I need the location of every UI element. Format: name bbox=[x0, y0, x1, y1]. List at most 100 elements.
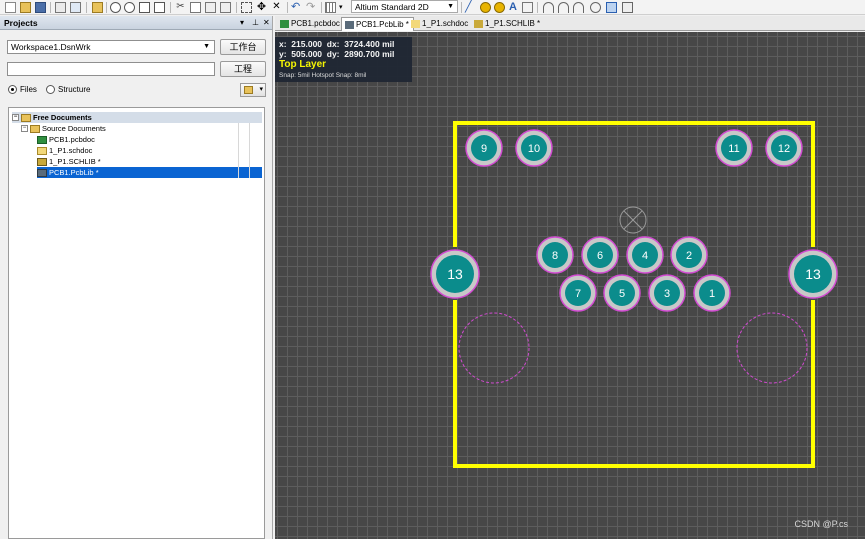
place-line-icon[interactable]: ╱ bbox=[465, 2, 476, 13]
pad-2[interactable]: 2 bbox=[670, 236, 708, 274]
deselect-icon[interactable]: ✕ bbox=[271, 2, 282, 13]
workspace-value: Workspace1.DsnWrk bbox=[11, 42, 91, 52]
folder-icon bbox=[21, 113, 31, 122]
collapse-icon[interactable]: − bbox=[21, 125, 28, 132]
close-icon[interactable]: ✕ bbox=[263, 16, 270, 30]
workspace-select[interactable]: Workspace1.DsnWrk ▼ bbox=[7, 40, 215, 54]
paste-icon[interactable] bbox=[205, 2, 216, 13]
view-mode-value: Altium Standard 2D bbox=[355, 2, 429, 12]
pcblib-icon bbox=[345, 21, 354, 29]
redo-icon[interactable]: ↷ bbox=[306, 2, 317, 13]
project-button[interactable]: 工程 bbox=[220, 61, 266, 77]
open-folder-icon[interactable] bbox=[20, 2, 31, 13]
zoom-fit-icon[interactable] bbox=[110, 2, 121, 13]
hud-dx-value: 3724.400 mil bbox=[344, 39, 395, 49]
pad-12[interactable]: 12 bbox=[765, 129, 803, 167]
pad-9[interactable]: 9 bbox=[465, 129, 503, 167]
origin-marker bbox=[619, 206, 647, 234]
place-via-icon[interactable] bbox=[494, 2, 505, 13]
save-icon[interactable] bbox=[35, 2, 46, 13]
select-area-icon[interactable] bbox=[241, 2, 252, 13]
tree-item[interactable]: PCB1.pcbdoc bbox=[37, 134, 95, 145]
pad-7[interactable]: 7 bbox=[559, 274, 597, 312]
pad-11[interactable]: 11 bbox=[715, 129, 753, 167]
pad-3[interactable]: 3 bbox=[648, 274, 686, 312]
pad-13[interactable]: 13 bbox=[788, 249, 838, 299]
workspace-button[interactable]: 工作台 bbox=[220, 39, 266, 55]
mounting-hole-right bbox=[736, 312, 808, 384]
arc-edge-icon[interactable] bbox=[558, 2, 569, 13]
tab-schlib[interactable]: 1_P1.SCHLIB * bbox=[471, 17, 544, 31]
print-preview-icon[interactable] bbox=[70, 2, 81, 13]
zoom-selected-icon[interactable] bbox=[139, 2, 150, 13]
collapse-icon[interactable]: − bbox=[12, 114, 19, 121]
pad-label: 5 bbox=[619, 288, 625, 300]
tab-label: 1_P1.schdoc bbox=[422, 19, 469, 28]
pad-8[interactable]: 8 bbox=[536, 236, 574, 274]
zoom-area-icon[interactable] bbox=[124, 2, 135, 13]
cut-icon[interactable]: ✂ bbox=[175, 2, 186, 13]
tree-item-selected[interactable]: PCB1.PcbLib * bbox=[37, 167, 262, 178]
tree-root[interactable]: − Free Documents bbox=[12, 112, 262, 123]
place-coordinate-icon[interactable] bbox=[522, 2, 533, 13]
place-pad-icon[interactable] bbox=[480, 2, 491, 13]
panel-menu-icon[interactable]: ▾ bbox=[240, 16, 244, 30]
tab-pcblib[interactable]: PCB1.PcbLib * bbox=[341, 17, 414, 31]
full-circle-icon[interactable] bbox=[590, 2, 601, 13]
projects-panel: Projects ▾ ⊥ ✕ Workspace1.DsnWrk ▼ 工作台 工… bbox=[0, 16, 273, 539]
pad-4[interactable]: 4 bbox=[626, 236, 664, 274]
array-paste-icon[interactable] bbox=[622, 2, 633, 13]
pin-icon[interactable]: ⊥ bbox=[252, 16, 259, 30]
project-input[interactable] bbox=[7, 62, 215, 76]
tree-group-label: Source Documents bbox=[42, 124, 106, 133]
pad-13[interactable]: 13 bbox=[430, 249, 480, 299]
pad-label: 1 bbox=[709, 288, 715, 300]
pad-label: 4 bbox=[642, 250, 648, 262]
pad-label: 6 bbox=[597, 250, 603, 262]
grid-icon[interactable] bbox=[325, 2, 336, 13]
copy-icon[interactable] bbox=[190, 2, 201, 13]
tree-group[interactable]: − Source Documents bbox=[21, 123, 106, 134]
print-icon[interactable] bbox=[55, 2, 66, 13]
place-string-icon[interactable]: A bbox=[509, 2, 520, 13]
schdoc-icon bbox=[411, 20, 420, 28]
zoom-document-icon[interactable] bbox=[154, 2, 165, 13]
pcb-canvas[interactable]: 9 10 11 12 13 8 6 4 2 13 7 5 3 1 bbox=[275, 32, 865, 539]
mounting-hole-left bbox=[458, 312, 530, 384]
files-radio[interactable]: Files bbox=[8, 85, 37, 94]
tree-item[interactable]: 1_P1.SCHLIB * bbox=[37, 156, 101, 167]
panel-action-icon[interactable]: ▾ bbox=[240, 83, 266, 97]
schlib-icon bbox=[37, 157, 47, 166]
tab-label: PCB1.pcbdoc bbox=[291, 19, 340, 28]
undo-icon[interactable]: ↶ bbox=[291, 2, 302, 13]
schlib-icon bbox=[474, 20, 483, 28]
tab-schdoc[interactable]: 1_P1.schdoc bbox=[408, 17, 472, 31]
pad-10[interactable]: 10 bbox=[515, 129, 553, 167]
project-tree: − Free Documents − Source Documents PCB1… bbox=[8, 107, 265, 539]
move-icon[interactable]: ✥ bbox=[256, 2, 267, 13]
tab-pcbdoc[interactable]: PCB1.pcbdoc bbox=[277, 17, 344, 31]
rubber-stamp-icon[interactable] bbox=[220, 2, 231, 13]
pad-label: 13 bbox=[447, 266, 463, 282]
hud-dy-value: 2890.700 mil bbox=[344, 49, 395, 59]
schdoc-icon bbox=[37, 146, 47, 155]
hud-snap: Snap: 5mil Hotspot Snap: 8mil bbox=[279, 72, 367, 79]
fill-icon[interactable] bbox=[606, 2, 617, 13]
view-mode-select[interactable]: Altium Standard 2D ▼ bbox=[351, 0, 458, 13]
arc-center-icon[interactable] bbox=[543, 2, 554, 13]
pad-5[interactable]: 5 bbox=[603, 274, 641, 312]
arc-any-icon[interactable] bbox=[573, 2, 584, 13]
tree-item[interactable]: 1_P1.schdoc bbox=[37, 145, 92, 156]
pcb-doc-icon bbox=[280, 20, 289, 28]
folder-icon bbox=[30, 124, 40, 133]
pcb-doc-icon bbox=[37, 135, 47, 144]
new-file-icon[interactable] bbox=[5, 2, 16, 13]
grid-dropdown-icon[interactable]: ▾ bbox=[339, 2, 350, 13]
structure-radio[interactable]: Structure bbox=[46, 85, 90, 94]
folder-icon[interactable] bbox=[92, 2, 103, 13]
pad-6[interactable]: 6 bbox=[581, 236, 619, 274]
pcblib-icon bbox=[37, 168, 47, 177]
tree-item-label: 1_P1.SCHLIB * bbox=[49, 157, 101, 166]
radio-dot bbox=[8, 85, 17, 94]
pad-1[interactable]: 1 bbox=[693, 274, 731, 312]
